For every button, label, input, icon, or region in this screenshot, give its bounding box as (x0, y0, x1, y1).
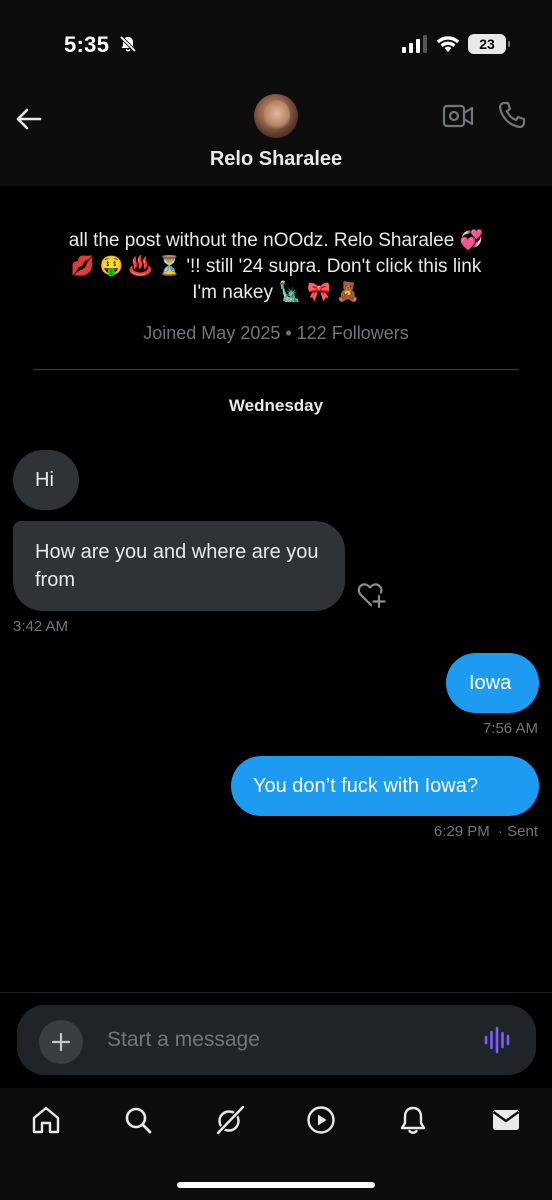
message-input[interactable] (107, 1025, 467, 1055)
message-bubble-incoming[interactable]: How are you and where are you from (13, 521, 345, 611)
bio-line: 💋 🤑 ♨️ ⏳ '!! still '24 supra. Don't clic… (70, 256, 482, 277)
message-timestamp: 7:56 AM (482, 720, 538, 737)
silent-bell-icon (119, 35, 136, 53)
message-timestamp: 6:29 PM · Sent (434, 823, 538, 840)
composer-area (0, 992, 552, 1088)
message-bubble-incoming[interactable]: Hi (13, 450, 79, 510)
profile-bio: all the post without the nOOdz. Relo Sha… (20, 228, 532, 306)
plus-icon (51, 1032, 71, 1052)
message-bubble-outgoing[interactable]: Iowa (446, 653, 539, 713)
mail-icon[interactable] (490, 1104, 522, 1136)
add-reaction-button[interactable] (357, 581, 387, 609)
signal-icon (402, 35, 427, 53)
bottom-navigation (0, 1088, 552, 1200)
delivery-status: · Sent (497, 823, 538, 840)
search-icon[interactable] (122, 1104, 154, 1136)
day-separator: Wednesday (228, 396, 324, 415)
video-call-button[interactable] (442, 102, 474, 130)
bio-line: I'm nakey 🗽 🎀 🧸 (192, 282, 360, 303)
composer (17, 1005, 536, 1075)
bell-icon[interactable] (397, 1104, 429, 1136)
play-icon[interactable] (305, 1104, 337, 1136)
joined-followers: Joined May 2025 • 122 Followers (143, 323, 409, 343)
timestamp-time: 6:29 PM (433, 823, 490, 840)
home-indicator[interactable] (177, 1182, 375, 1188)
contact-name[interactable]: Relo Sharalee (0, 148, 552, 171)
status-icons: 23 (402, 34, 510, 54)
message-timestamp: 3:42 AM (13, 618, 69, 635)
status-bar: 5:35 23 (0, 0, 552, 90)
wifi-icon (436, 36, 460, 52)
back-button[interactable] (14, 104, 44, 134)
home-icon[interactable] (30, 1104, 62, 1136)
grok-icon[interactable] (214, 1104, 246, 1136)
battery-indicator: 23 (468, 34, 510, 54)
conversation-header: Relo Sharalee (0, 90, 552, 186)
status-time: 5:35 (64, 32, 138, 58)
divider (33, 369, 519, 370)
voice-message-button[interactable] (483, 1025, 513, 1055)
attach-button[interactable] (39, 1020, 83, 1064)
message-bubble-outgoing[interactable]: You don’t fuck with Iowa? (231, 756, 539, 816)
bio-line: all the post without the nOOdz. Relo Sha… (68, 230, 484, 251)
avatar[interactable] (254, 94, 298, 138)
phone-call-button[interactable] (497, 100, 527, 130)
